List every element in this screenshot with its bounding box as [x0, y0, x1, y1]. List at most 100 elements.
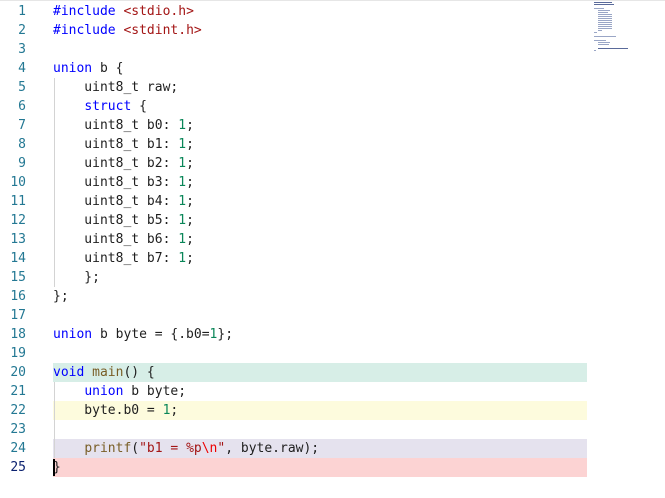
- line-number: 4: [18, 61, 26, 76]
- code-line[interactable]: byte.b0 = 1;: [53, 401, 178, 420]
- code-line[interactable]: };: [53, 268, 100, 287]
- code-line[interactable]: union b byte;: [53, 382, 186, 401]
- code-line[interactable]: uint8_t b0: 1;: [53, 116, 194, 135]
- editor-top-border: [0, 0, 665, 1]
- code-line[interactable]: uint8_t b3: 1;: [53, 173, 194, 192]
- code-token: 1: [178, 251, 187, 266]
- code-line[interactable]: uint8_t b4: 1;: [53, 192, 194, 211]
- line-number: 16: [10, 289, 26, 304]
- line-number: 7: [18, 118, 26, 133]
- minimap-line: [594, 50, 596, 51]
- code-token: uint8_t b6:: [53, 232, 179, 247]
- line-number: 18: [10, 327, 26, 342]
- code-line[interactable]: union b {: [53, 59, 123, 78]
- minimap-line: [594, 40, 606, 41]
- code-line[interactable]: uint8_t b7: 1;: [53, 249, 194, 268]
- code-token: 1: [178, 194, 187, 209]
- line-number: 3: [18, 42, 26, 57]
- code-token: 1: [178, 232, 187, 247]
- line-number: 24: [10, 441, 26, 456]
- code-token: ;: [186, 213, 194, 228]
- code-token: 1: [178, 213, 187, 228]
- code-token: , byte.raw);: [225, 441, 320, 456]
- line-number: 19: [10, 346, 26, 361]
- code-token: main: [92, 365, 124, 380]
- code-line[interactable]: struct {: [53, 97, 147, 116]
- line-number: 5: [18, 80, 26, 95]
- minimap-line: [598, 44, 609, 45]
- minimap-line: [598, 24, 612, 25]
- code-token: };: [53, 270, 100, 285]
- code-token: union: [84, 384, 124, 399]
- code-token: uint8_t b7:: [53, 251, 179, 266]
- code-token: uint8_t raw;: [53, 80, 179, 95]
- code-token: () {: [123, 365, 155, 380]
- line-number: 23: [10, 422, 26, 437]
- code-line[interactable]: uint8_t b5: 1;: [53, 211, 194, 230]
- code-token: \n: [201, 441, 218, 456]
- minimap-line: [598, 10, 610, 11]
- code-token: "b1 = %p: [139, 441, 202, 456]
- code-line[interactable]: };: [53, 287, 69, 306]
- line-number-gutter[interactable]: 1 2 3 4 5 6 7 8 9 10 11 12 13 14 15 16 17 18 19 20 21 22 23 24 2…: [0, 0, 40, 498]
- minimap-line: [594, 8, 604, 9]
- code-token: ;: [186, 232, 194, 247]
- code-token: 1: [178, 137, 187, 152]
- minimap[interactable]: [594, 2, 654, 54]
- minimap-line: [598, 28, 612, 29]
- minimap-line: [598, 12, 608, 13]
- code-token: uint8_t b5:: [53, 213, 179, 228]
- line-number: 10: [10, 175, 26, 190]
- code-line[interactable]: #include <stdint.h>: [53, 21, 202, 40]
- code-token: union: [53, 327, 93, 342]
- code-token: uint8_t b3:: [53, 175, 179, 190]
- code-token: ;: [170, 403, 179, 418]
- code-token: 1: [178, 118, 187, 133]
- code-token: ;: [186, 251, 194, 266]
- minimap-line: [598, 20, 612, 21]
- code-token: uint8_t b1:: [53, 137, 179, 152]
- line-number: 6: [18, 99, 26, 114]
- code-token: };: [53, 289, 69, 304]
- code-token: <stdint.h>: [123, 23, 202, 38]
- line-number: 9: [18, 156, 26, 171]
- code-token: printf: [84, 441, 132, 456]
- minimap-line: [594, 32, 597, 33]
- minimap-line: [598, 18, 612, 19]
- minimap-line: [598, 48, 628, 49]
- code-token: b {: [92, 61, 124, 76]
- code-token: ;: [186, 137, 194, 152]
- line-number: 20: [10, 365, 26, 380]
- code-token: b byte = {.b0=: [92, 327, 210, 342]
- code-line[interactable]: uint8_t b6: 1;: [53, 230, 194, 249]
- code-editor[interactable]: 1 2 3 4 5 6 7 8 9 10 11 12 13 14 15 16 17 18 19 20 21 22 23 24 2…: [0, 0, 665, 498]
- code-token: ;: [186, 156, 194, 171]
- minimap-line: [594, 36, 616, 37]
- minimap-line: [598, 42, 610, 43]
- code-line[interactable]: printf("b1 = %p\n", byte.raw);: [53, 439, 319, 458]
- line-number: 25: [10, 460, 26, 475]
- code-token: (: [131, 441, 140, 456]
- minimap-line: [598, 14, 612, 15]
- code-line[interactable]: uint8_t b1: 1;: [53, 135, 194, 154]
- code-token: <stdio.h>: [123, 4, 194, 19]
- code-token: ;: [186, 175, 194, 190]
- text-cursor: [53, 459, 55, 476]
- line-number: 13: [10, 232, 26, 247]
- code-line[interactable]: uint8_t b2: 1;: [53, 154, 194, 173]
- code-token: byte.b0 =: [53, 403, 163, 418]
- line-highlight: [53, 458, 587, 477]
- minimap-line: [594, 4, 614, 5]
- line-number: 12: [10, 213, 26, 228]
- code-line[interactable]: union b byte = {.b0=1};: [53, 325, 233, 344]
- code-token: };: [217, 327, 234, 342]
- code-line[interactable]: #include <stdio.h>: [53, 2, 194, 21]
- code-line[interactable]: uint8_t raw;: [53, 78, 178, 97]
- code-token: b byte;: [123, 384, 187, 399]
- code-line[interactable]: void main() {: [53, 363, 155, 382]
- code-token: uint8_t b4:: [53, 194, 179, 209]
- minimap-line: [598, 30, 602, 31]
